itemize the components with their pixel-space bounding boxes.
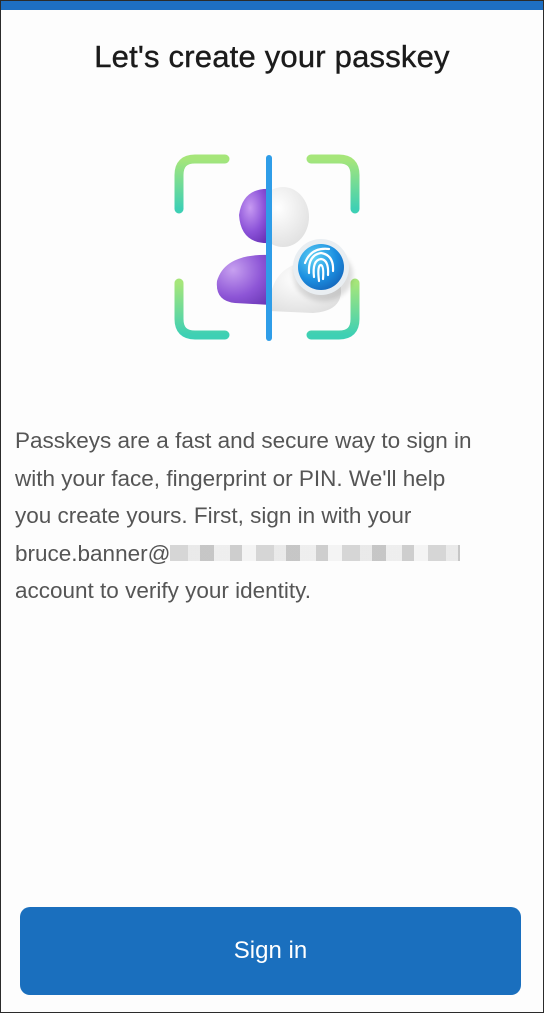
passkey-screen: Let's create your passkey Passkeys are a… [0, 0, 544, 1013]
page-title: Let's create your passkey [94, 39, 450, 74]
passkey-face-fingerprint-icon [163, 151, 373, 351]
redacted-email-domain [170, 544, 461, 561]
description-line: with your face, fingerprint or PIN. We'l… [15, 465, 446, 491]
description-text: Passkeys are a fast and secure way to si… [15, 422, 535, 610]
email-line: bruce.banner@ [15, 535, 535, 573]
description-line: account to verify your identity. [15, 578, 311, 603]
sign-in-button[interactable]: Sign in [20, 907, 521, 995]
description-line: you create yours. First, sign in with yo… [15, 503, 412, 528]
description-line: Passkeys are a fast and secure way to si… [15, 428, 472, 453]
email-prefix: bruce.banner@ [15, 540, 171, 566]
top-accent-bar [1, 1, 543, 10]
